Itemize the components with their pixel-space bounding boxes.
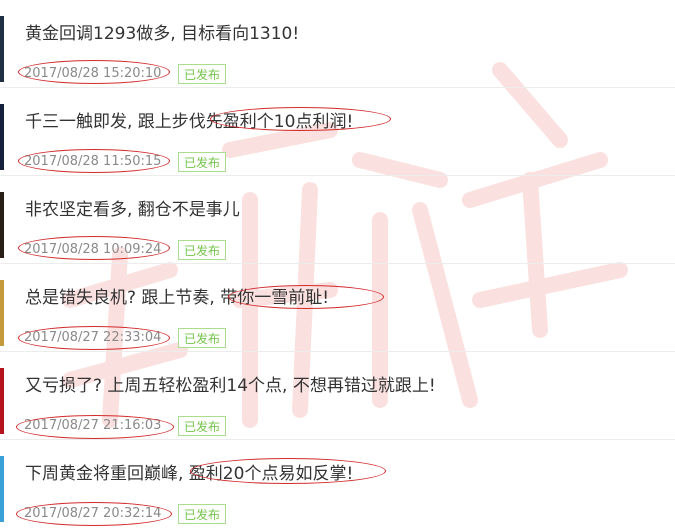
thumbnail [0,368,4,434]
list-item[interactable]: 下周黄金将重回巅峰, 盈利20个点易如反掌! 2017/08/27 20:32:… [0,440,675,528]
article-title[interactable]: 总是错失良机? 跟上节奏, 带你一雪前耻! [25,283,329,308]
status-badge: 已发布 [178,416,227,436]
article-title[interactable]: 非农坚定看多, 翻仓不是事儿 [25,195,240,220]
thumbnail [0,192,4,258]
list-item[interactable]: 黄金回调1293做多, 目标看向1310! 2017/08/28 15:20:1… [0,0,675,88]
status-badge: 已发布 [178,64,227,84]
article-title[interactable]: 黄金回调1293做多, 目标看向1310! [25,19,299,44]
status-badge: 已发布 [178,328,227,348]
list-item[interactable]: 又亏损了? 上周五轻松盈利14个点, 不想再错过就跟上! 2017/08/27 … [0,352,675,440]
publish-date: 2017/08/28 11:50:15 [24,154,162,169]
publish-date: 2017/08/28 10:09:24 [24,242,162,257]
list-item[interactable]: 千三一触即发, 跟上步伐先盈利个10点利润! 2017/08/28 11:50:… [0,88,675,176]
thumbnail [0,104,4,170]
publish-date: 2017/08/28 15:20:10 [24,66,162,81]
status-badge: 已发布 [178,240,227,260]
publish-date: 2017/08/27 22:33:04 [24,330,162,345]
status-badge: 已发布 [178,152,227,172]
article-list: 黄金回调1293做多, 目标看向1310! 2017/08/28 15:20:1… [0,0,675,531]
list-item[interactable]: 非农坚定看多, 翻仓不是事儿 2017/08/28 10:09:24 已发布 [0,176,675,264]
thumbnail [0,16,4,82]
article-title[interactable]: 千三一触即发, 跟上步伐先盈利个10点利润! [25,107,353,132]
thumbnail [0,280,4,346]
list-item[interactable]: 总是错失良机? 跟上节奏, 带你一雪前耻! 2017/08/27 22:33:0… [0,264,675,352]
status-badge: 已发布 [178,504,227,524]
article-title[interactable]: 又亏损了? 上周五轻松盈利14个点, 不想再错过就跟上! [25,371,436,396]
thumbnail [0,456,4,522]
article-title[interactable]: 下周黄金将重回巅峰, 盈利20个点易如反掌! [25,459,353,484]
publish-date: 2017/08/27 21:16:03 [24,418,162,433]
publish-date: 2017/08/27 20:32:14 [24,506,162,521]
